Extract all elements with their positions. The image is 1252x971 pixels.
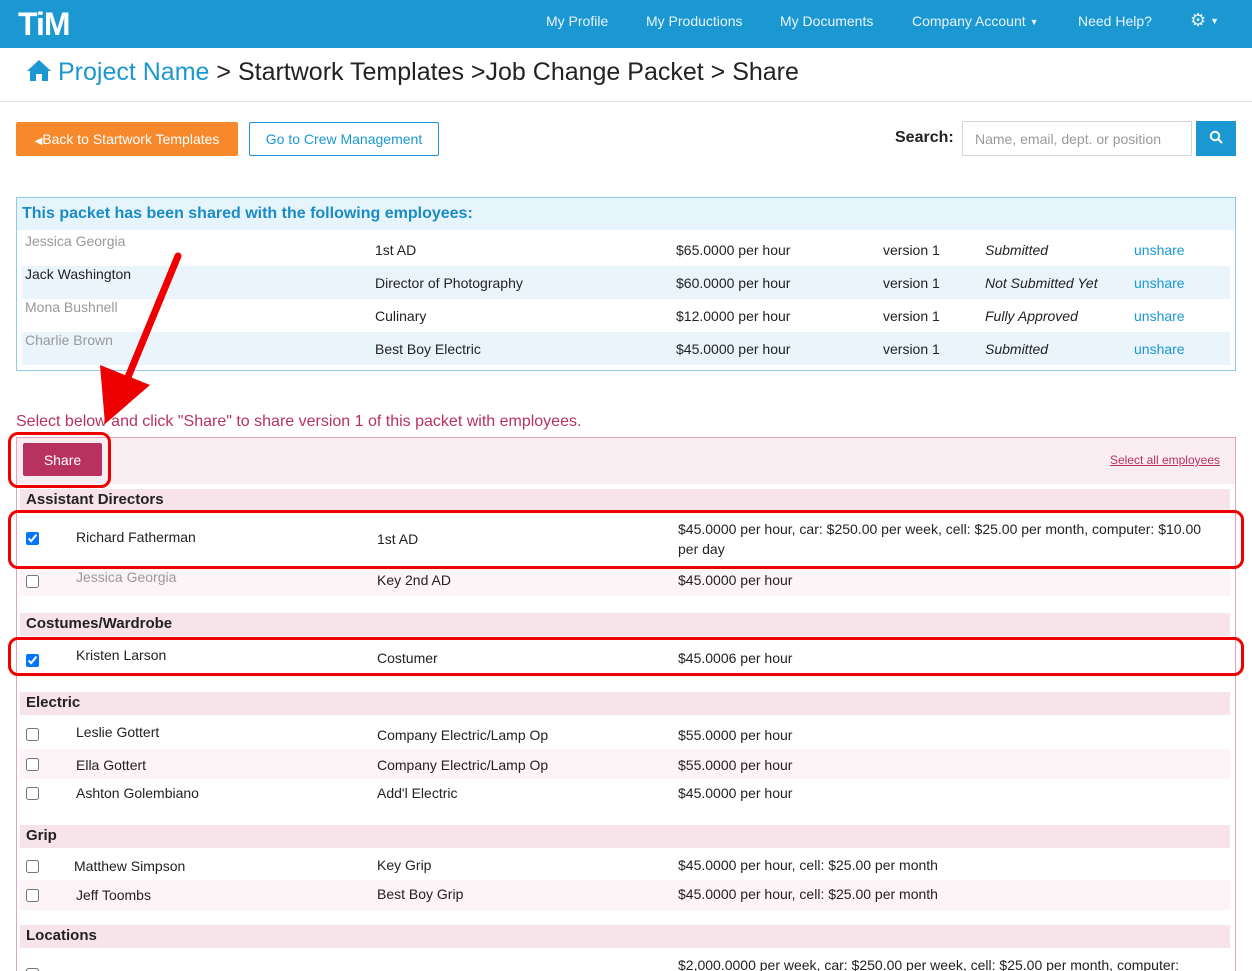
breadcrumb-home[interactable]: Project Name (26, 58, 209, 86)
packet-version: version 1 (883, 341, 940, 357)
go-to-crew-management-button[interactable]: Go to Crew Management (249, 122, 439, 156)
breadcrumb-trail: > Startwork Templates >Job Change Packet… (216, 58, 799, 86)
share-button-highlight (8, 432, 111, 488)
employee-rate: $45.0000 per hour, cell: $25.00 per mont… (678, 886, 938, 902)
packet-status: Fully Approved (985, 308, 1078, 324)
employee-rate: $45.0000 per hour (676, 341, 791, 357)
employee-rate: $55.0000 per hour (678, 757, 793, 773)
shared-employees-panel: This packet has been shared with the fol… (16, 197, 1236, 371)
search-icon (1209, 130, 1223, 144)
app-logo[interactable]: TiM (18, 6, 71, 43)
department-header: Electric (20, 692, 1230, 715)
shared-row: Charlie Brown Best Boy Electric $45.0000… (22, 332, 1230, 365)
employee-row: Leslie Gottert Company Electric/Lamp Op … (20, 719, 1230, 749)
share-toolbar: Share Select all employees (17, 438, 1235, 484)
employee-checkbox[interactable] (26, 787, 39, 800)
employee-checkbox[interactable] (26, 860, 39, 873)
employee-position: Culinary (375, 308, 427, 324)
shared-row: Jack Washington Director of Photography … (22, 266, 1230, 299)
employee-name: Leslie Gottert (76, 724, 160, 740)
selected-row-highlight (8, 637, 1244, 676)
employee-position: 1st AD (375, 242, 417, 258)
nav-company-account-label: Company Account (912, 13, 1026, 29)
employee-rate: $55.0000 per hour (678, 727, 793, 743)
employee-rate: $65.0000 per hour (676, 242, 791, 258)
employee-position: Best Boy Electric (375, 341, 481, 357)
unshare-link[interactable]: unshare (1134, 341, 1185, 357)
employee-position: Company Electric/Lamp Op (377, 727, 549, 743)
employee-name: Jessica Georgia (25, 233, 126, 249)
packet-status: Submitted (985, 242, 1049, 258)
employee-rate: $45.0000 per hour (678, 572, 793, 588)
back-to-startwork-templates-button[interactable]: ◀Back to Startwork Templates (16, 122, 238, 156)
nav-my-productions[interactable]: My Productions (646, 13, 742, 29)
employee-name: Mona Bushnell (25, 299, 118, 315)
select-all-employees-link[interactable]: Select all employees (1110, 453, 1220, 467)
department-header: Grip (20, 825, 1230, 848)
unshare-link[interactable]: unshare (1134, 308, 1185, 324)
employee-name: Jack Washington (25, 266, 132, 282)
shared-row: Mona Bushnell Culinary $12.0000 per hour… (22, 299, 1230, 332)
employee-rate: $60.0000 per hour (676, 275, 791, 291)
employee-checkbox[interactable] (26, 889, 39, 902)
employee-checkbox[interactable] (26, 758, 39, 771)
employee-rate: $45.0000 per hour (678, 785, 793, 801)
employee-row: Ella Gottert Company Electric/Lamp Op $5… (20, 749, 1230, 779)
packet-version: version 1 (883, 242, 940, 258)
employee-rate: $45.0000 per hour, cell: $25.00 per mont… (678, 857, 938, 873)
share-instructions: Select below and click "Share" to share … (16, 413, 582, 430)
employee-row: Ashton Golembiano Add'l Electric $45.000… (20, 779, 1230, 809)
employee-position: Director of Photography (375, 275, 523, 291)
employee-name: Matthew Simpson (74, 858, 186, 874)
nav-need-help[interactable]: Need Help? (1078, 13, 1152, 29)
caret-down-icon: ▼ (1029, 17, 1039, 28)
employee-row: Jeff Toombs Best Boy Grip $45.0000 per h… (20, 880, 1230, 910)
employee-checkbox[interactable] (26, 728, 39, 741)
home-icon (27, 60, 51, 81)
nav-my-profile[interactable]: My Profile (546, 13, 608, 29)
employee-name: Charlie Brown (25, 332, 113, 348)
packet-version: version 1 (883, 308, 940, 324)
shared-row: Jessica Georgia 1st AD $65.0000 per hour… (22, 233, 1230, 266)
nav-my-documents[interactable]: My Documents (780, 13, 873, 29)
employee-name: Jeff Toombs (76, 887, 151, 903)
nav-company-account[interactable]: Company Account ▼ (912, 13, 1039, 29)
back-button-label: Back to Startwork Templates (42, 131, 220, 147)
search-input[interactable] (962, 121, 1192, 156)
employee-name: Jessica Georgia (76, 569, 177, 585)
employee-position: Company Electric/Lamp Op (377, 757, 549, 773)
unshare-link[interactable]: unshare (1134, 242, 1185, 258)
packet-version: version 1 (883, 275, 940, 291)
employee-rate: $12.0000 per hour (676, 308, 791, 324)
search-button[interactable] (1196, 121, 1236, 156)
breadcrumb-project-name[interactable]: Project Name (58, 58, 209, 86)
top-navbar: TiM My Profile My Productions My Documen… (0, 0, 1252, 48)
shared-panel-heading: This packet has been shared with the fol… (17, 198, 1235, 230)
employee-position: Add'l Electric (377, 785, 458, 801)
caret-down-icon: ▼ (1210, 16, 1220, 27)
employee-position: Key 2nd AD (377, 572, 451, 588)
employee-checkbox[interactable] (26, 575, 39, 588)
packet-status: Submitted (985, 341, 1049, 357)
employee-row: Jessica Georgia Key 2nd AD $45.0000 per … (20, 566, 1230, 596)
employee-position: Best Boy Grip (377, 886, 464, 902)
department-header: Costumes/Wardrobe (20, 613, 1230, 636)
department-header: Assistant Directors (20, 489, 1230, 512)
employee-rate: $2,000.0000 per week, car: $250.00 per w… (678, 957, 1180, 971)
employee-name: Ashton Golembiano (76, 785, 199, 801)
employee-position: Key Grip (377, 857, 432, 873)
unshare-link[interactable]: unshare (1134, 275, 1185, 291)
employee-name: Ella Gottert (76, 757, 147, 773)
settings-gear-icon[interactable]: ⚙ ▼ (1190, 10, 1219, 31)
selected-row-highlight (8, 510, 1244, 569)
department-header: Locations (20, 925, 1230, 948)
header-divider (0, 101, 1252, 102)
employee-row: $2,000.0000 per week, car: $250.00 per w… (20, 952, 1230, 971)
packet-status: Not Submitted Yet (985, 275, 1098, 291)
breadcrumb: Project Name > Startwork Templates >Job … (26, 58, 799, 87)
employee-row: Matthew Simpson Key Grip $45.0000 per ho… (20, 851, 1230, 881)
search-label: Search: (895, 129, 954, 146)
